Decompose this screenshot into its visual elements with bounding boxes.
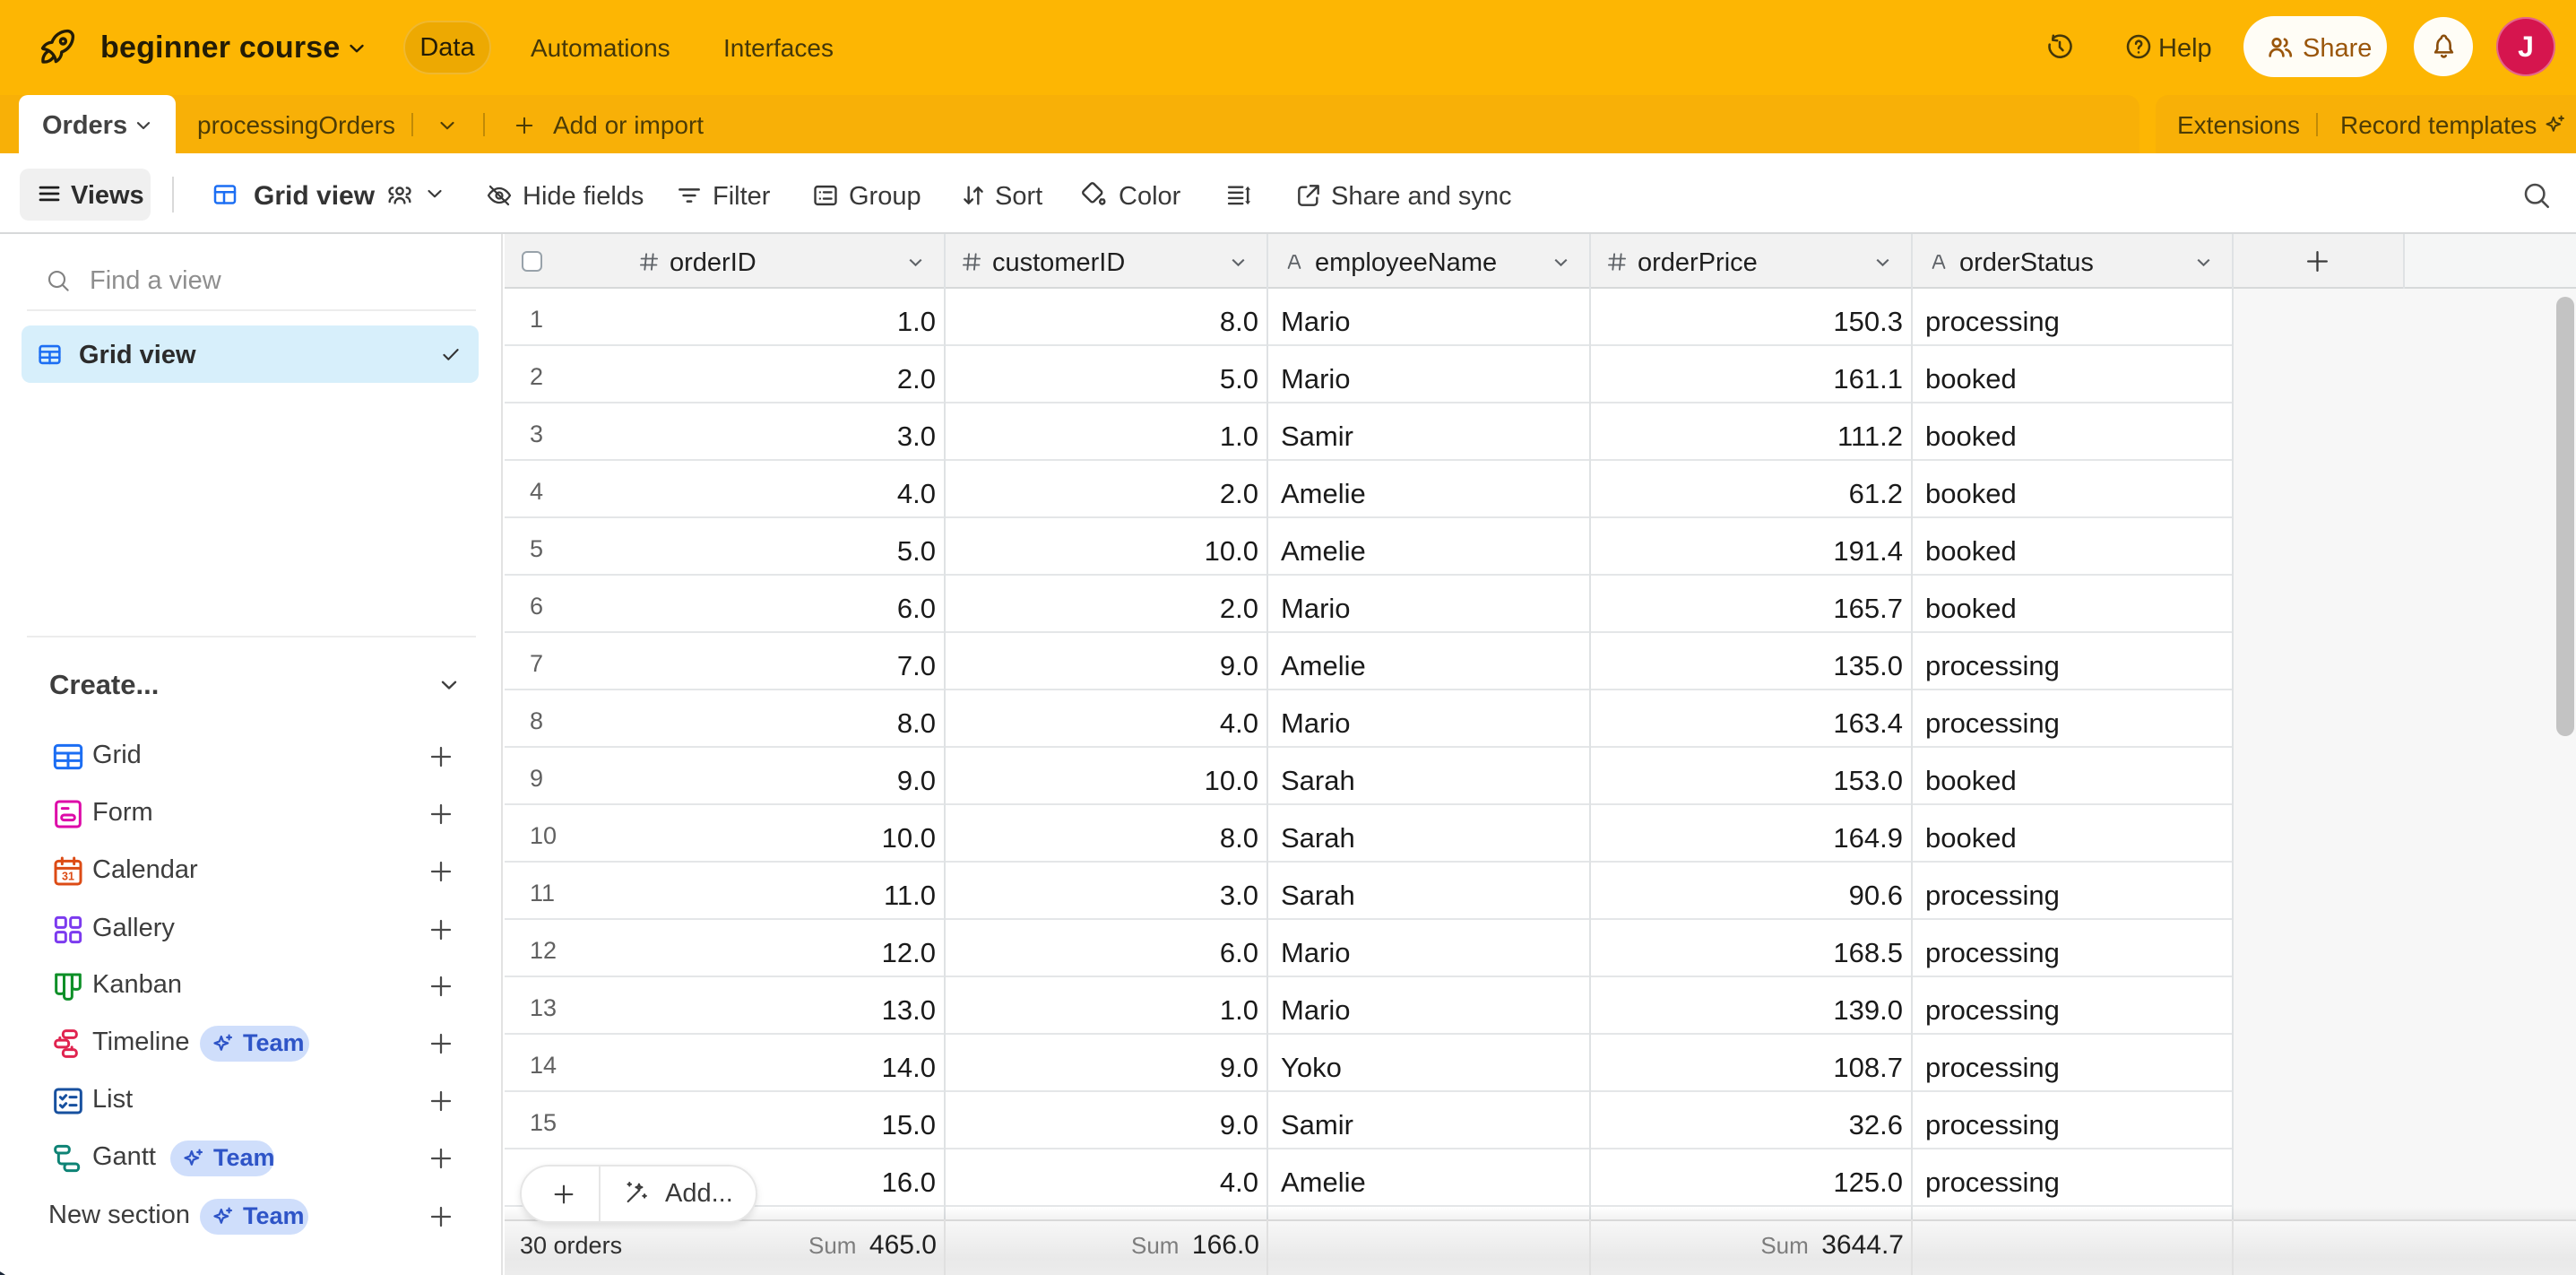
svg-text:31: 31: [62, 870, 74, 882]
